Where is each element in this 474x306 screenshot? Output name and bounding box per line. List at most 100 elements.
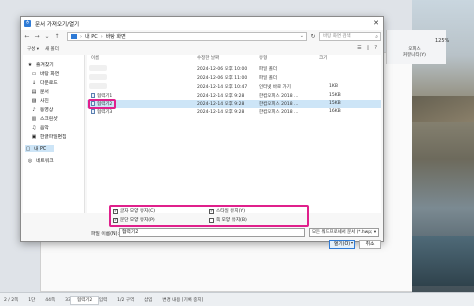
sidebar-item-label: 동영상 <box>40 108 54 113</box>
up-button[interactable]: ↑ <box>53 33 61 41</box>
arrow-right-icon: → <box>34 33 40 40</box>
column-header-size[interactable]: 크기 <box>319 55 327 61</box>
file-type: 한컴오피스 2018 ... <box>259 102 299 107</box>
sidebar-item-this-pc[interactable]: ▢ 내 PC <box>25 145 55 152</box>
sidebar-item-pictures[interactable]: ▨ 사진 <box>31 97 49 105</box>
sidebar-item-hangul-edit[interactable]: ▣ 한글파일편집 <box>31 133 67 141</box>
recent-locations-button[interactable]: ⌄ <box>43 33 51 41</box>
view-options-icon[interactable]: ☰ <box>357 45 361 51</box>
table-row[interactable]: 협력기3 2024-12-14 오후 9:28 한컴오피스 2018 ... 1… <box>87 108 381 116</box>
ribbon-community-label: 커뮤니티(Y) <box>403 53 426 58</box>
ribbon-panel: 오피스 커뮤니티(Y) <box>386 30 446 64</box>
sidebar-item-downloads[interactable]: ↓ 다운로드 <box>31 79 58 87</box>
sidebar-item-label: 음악 <box>40 126 49 131</box>
table-row[interactable]: 2024-12-14 오후 10:47 인터넷 바로 가기 1KB <box>87 83 381 91</box>
image-ridge <box>412 96 474 122</box>
forward-button[interactable]: → <box>33 33 41 41</box>
blurred-name <box>89 65 107 71</box>
desktop-icon: ▭ <box>31 70 37 77</box>
sidebar-item-desktop[interactable]: ▭ 바탕 화면 <box>31 70 60 78</box>
network-icon: ◎ <box>27 157 33 164</box>
dialog-toolbar: 구성 ▾ 새 폴더 ☰ ▯ ? <box>23 44 381 53</box>
sidebar-item-label: 한글파일편집 <box>40 135 67 140</box>
cancel-button[interactable]: 취소 <box>359 240 381 249</box>
table-row[interactable]: 협력기1 2024-12-14 오후 9:28 한컴오피스 2018 ... 1… <box>87 92 381 100</box>
file-name-text: 협력기3 <box>97 110 113 115</box>
folder-icon: ▥ <box>31 115 37 122</box>
document-tab[interactable]: 협력기2 <box>70 296 100 305</box>
path-separator-icon: › <box>80 33 82 40</box>
music-icon: ♫ <box>31 124 37 131</box>
help-icon[interactable]: ? <box>374 45 377 51</box>
close-icon: ✕ <box>373 19 379 27</box>
sidebar-item-documents[interactable]: ▤ 문서 <box>31 88 49 96</box>
file-size: 1KB <box>329 84 338 89</box>
sidebar-item-label: 다운로드 <box>40 81 58 86</box>
ribbon-office-button[interactable]: 오피스 커뮤니티(Y) <box>403 46 426 58</box>
column-header-type[interactable]: 유형 <box>259 55 267 61</box>
file-list: 이름 수정한 날짜 유형 크기 2024-12-06 오후 10:00 파일 폴… <box>87 55 381 213</box>
table-row-selected[interactable]: 협력기2 2024-12-14 오후 9:28 한컴오피스 2018 ... 1… <box>87 100 381 108</box>
search-icon: ⌕ <box>375 34 378 40</box>
sidebar-item-label: 문서 <box>40 90 49 95</box>
sidebar-item-network[interactable]: ◎ 네트워크 <box>27 157 54 165</box>
image-river <box>412 236 474 286</box>
document-icon: ▤ <box>31 88 37 95</box>
dialog-title: 문서 가져오기/열기 <box>35 21 80 28</box>
breadcrumb-desktop[interactable]: 바탕 화면 <box>106 33 126 40</box>
status-pages: 44쪽 <box>45 297 56 303</box>
open-dropdown-icon[interactable]: ▾ <box>351 240 353 245</box>
file-type: 한컴오피스 2018 ... <box>259 94 299 99</box>
file-size: 15KB <box>329 101 341 106</box>
pc-icon: ▢ <box>25 145 31 152</box>
refresh-icon: ↻ <box>310 33 316 40</box>
options-highlight <box>109 205 309 227</box>
status-section: 1/2 구역 <box>117 297 135 303</box>
new-folder-button[interactable]: 새 폴더 <box>45 46 59 52</box>
sidebar-item-videos[interactable]: ♪ 동영상 <box>31 106 54 114</box>
file-date: 2024-12-06 오후 11:00 <box>197 76 248 81</box>
preview-pane-icon[interactable]: ▯ <box>367 45 370 51</box>
status-insert[interactable]: 삽입 <box>144 297 152 303</box>
hwp-app-icon: ㅎ <box>24 20 31 27</box>
address-bar[interactable]: › 내 PC › 바탕 화면 ⌄ <box>67 32 307 41</box>
navigation-pane: ★ 즐겨찾기 ▭ 바탕 화면 ↓ 다운로드 ▤ 문서 ▨ 사진 ♪ 동영상 ▥ 스크린샷 ♫ 음… <box>23 55 85 213</box>
filename-label: 파일 이름(N): <box>91 232 120 237</box>
zoom-level[interactable]: 125% <box>435 38 449 44</box>
blurred-name <box>89 74 107 80</box>
status-page: 2 / 2쪽 <box>4 297 19 303</box>
column-header-date[interactable]: 수정한 날짜 <box>197 55 219 61</box>
filename-field[interactable]: 협력기2 <box>119 228 305 237</box>
table-row[interactable]: 2024-12-06 오후 11:00 파일 폴더 <box>87 74 381 82</box>
selected-file-highlight <box>88 99 116 109</box>
video-icon: ♪ <box>32 106 36 113</box>
file-date: 2024-12-06 오후 10:00 <box>197 67 248 72</box>
sidebar-item-screenshots[interactable]: ▥ 스크린샷 <box>31 115 58 123</box>
navigation-row: ← → ⌄ ↑ › 내 PC › 바탕 화면 ⌄ ↻ 바탕 화면 검색 ⌕ <box>23 32 381 42</box>
breadcrumb-this-pc[interactable]: 내 PC <box>85 33 98 40</box>
close-button[interactable]: ✕ <box>371 19 381 28</box>
refresh-button[interactable]: ↻ <box>309 32 317 41</box>
back-button[interactable]: ← <box>23 33 31 41</box>
blurred-name <box>89 83 107 89</box>
filetype-select[interactable]: 모든 워드프로세서 문서 (*.hwp; ▾ <box>309 228 379 237</box>
organize-button[interactable]: 구성 ▾ <box>27 46 39 52</box>
hwp-file-icon <box>91 109 95 114</box>
file-date: 2024-12-14 오후 10:47 <box>197 85 248 90</box>
file-type: 파일 폴더 <box>259 76 277 81</box>
folder-icon: ▣ <box>31 133 37 140</box>
search-input[interactable]: 바탕 화면 검색 ⌕ <box>319 32 381 41</box>
status-track-changes[interactable]: 변경 내용 [기록 중지] <box>162 297 203 303</box>
address-dropdown-icon[interactable]: ⌄ <box>300 33 304 39</box>
dialog-titlebar[interactable]: ㅎ 문서 가져오기/열기 ✕ <box>21 17 383 30</box>
status-column: 1단 <box>28 297 36 303</box>
table-row[interactable]: 2024-12-06 오후 10:00 파일 폴더 <box>87 65 381 73</box>
sidebar-item-favorites[interactable]: ★ 즐겨찾기 <box>27 61 54 69</box>
file-type: 한컴오피스 2018 ... <box>259 110 299 115</box>
sidebar-item-music[interactable]: ♫ 음악 <box>31 124 49 132</box>
file-name: 협력기3 <box>91 109 112 115</box>
sidebar-item-label: 내 PC <box>34 147 47 152</box>
column-header-name[interactable]: 이름 <box>91 55 99 61</box>
picture-icon: ▨ <box>31 97 37 104</box>
chevron-down-icon: ⌄ <box>44 33 50 40</box>
